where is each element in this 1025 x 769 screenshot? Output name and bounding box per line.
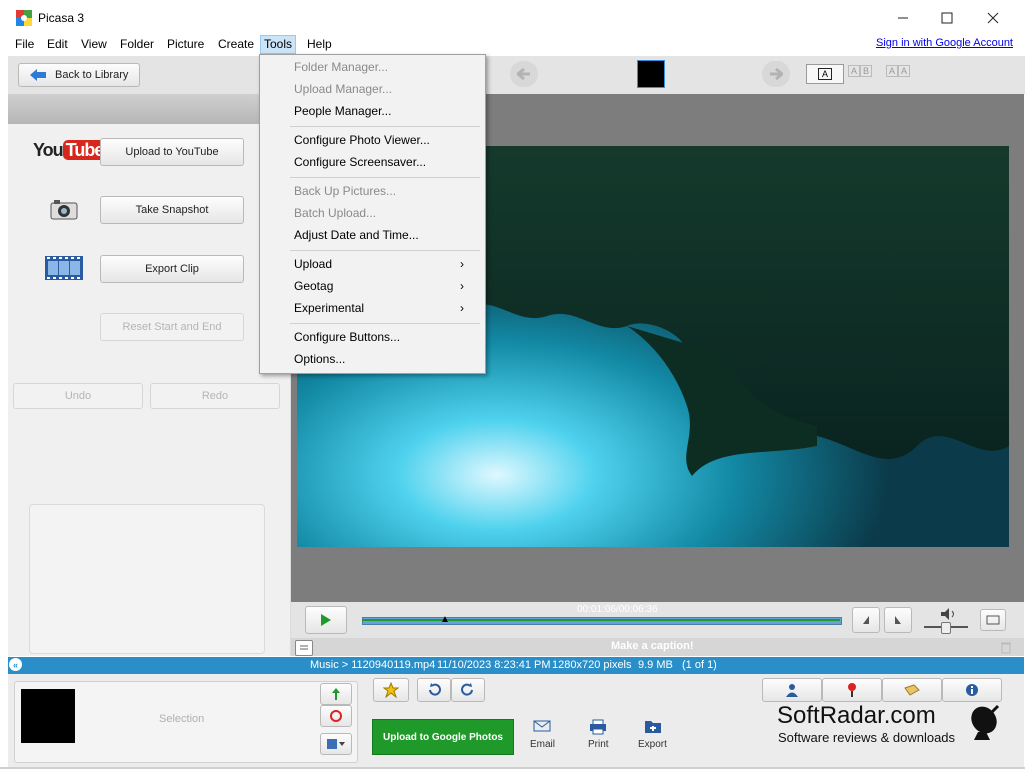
submenu-arrow-icon: ›	[460, 301, 464, 315]
menu-item-back-up-pictures[interactable]: Back Up Pictures...	[294, 181, 474, 201]
status-size: 9.9 MB	[638, 659, 673, 671]
export-clip-button[interactable]: Export Clip	[100, 255, 244, 283]
next-frame-button[interactable]	[884, 607, 912, 633]
menu-view[interactable]: View	[78, 36, 110, 53]
preview-box	[29, 504, 265, 654]
menu-folder[interactable]: Folder	[117, 36, 157, 53]
upload-to-youtube-button[interactable]: Upload to YouTube	[100, 138, 244, 166]
window-title: Picasa 3	[38, 11, 85, 25]
print-label[interactable]: Print	[588, 739, 609, 750]
close-button[interactable]	[970, 4, 1016, 32]
export-label[interactable]: Export	[638, 739, 667, 750]
watermark-title: SoftRadar.com	[777, 702, 936, 729]
film-strip-icon	[45, 256, 83, 280]
menu-separator	[290, 250, 480, 251]
album-dropdown-icon[interactable]	[320, 733, 352, 755]
title-bar: Picasa 3	[0, 0, 1025, 34]
menu-create[interactable]: Create	[215, 36, 257, 53]
collapse-icon[interactable]: «	[9, 658, 22, 671]
caption-toggle-icon[interactable]	[295, 640, 313, 656]
fullscreen-icon[interactable]	[980, 609, 1006, 631]
picasa-logo-icon	[16, 10, 32, 26]
info-icon[interactable]	[942, 678, 1002, 702]
maximize-button[interactable]	[924, 4, 970, 32]
youtube-logo: You Tube	[33, 140, 107, 161]
status-count: (1 of 1)	[682, 659, 717, 671]
volume-thumb[interactable]	[941, 622, 951, 634]
next-arrow-icon[interactable]	[762, 61, 790, 87]
submenu-arrow-icon: ›	[460, 279, 464, 293]
previous-arrow-icon[interactable]	[510, 61, 538, 87]
timeline-marker[interactable]: ▲	[440, 614, 450, 625]
view-double-icon[interactable]: AA	[886, 65, 914, 80]
satellite-dish-icon	[968, 700, 1004, 740]
menu-item-configure-buttons[interactable]: Configure Buttons...	[294, 327, 474, 347]
menu-file[interactable]: File	[12, 36, 37, 53]
rotate-right-icon[interactable]	[451, 678, 485, 702]
menu-item-folder-manager[interactable]: Folder Manager...	[294, 57, 474, 77]
tags-icon[interactable]	[882, 678, 942, 702]
email-label[interactable]: Email	[530, 739, 555, 750]
menu-item-upload-manager[interactable]: Upload Manager...	[294, 79, 474, 99]
menu-item-configure-photo-viewer[interactable]: Configure Photo Viewer...	[294, 130, 474, 150]
menu-item-upload[interactable]: Upload ›	[294, 254, 474, 274]
volume-icon[interactable]	[940, 607, 960, 621]
menu-item-options[interactable]: Options...	[294, 349, 474, 369]
sign-in-link[interactable]: Sign in with Google Account	[876, 37, 1013, 49]
map-pin-icon[interactable]	[822, 678, 882, 702]
trash-icon[interactable]	[1000, 641, 1012, 654]
selection-label: Selection	[159, 713, 205, 725]
undo-button[interactable]: Undo	[13, 383, 143, 409]
menu-item-geotag[interactable]: Geotag ›	[294, 276, 474, 296]
previous-frame-button[interactable]	[852, 607, 880, 633]
people-icon[interactable]	[762, 678, 822, 702]
status-datetime: 11/10/2023 8:23:41 PM	[437, 659, 551, 671]
tools-menu: Folder Manager... Upload Manager... Peop…	[259, 54, 486, 374]
star-icon[interactable]	[373, 678, 409, 702]
menu-bar: File Edit View Folder Picture Create Too…	[0, 34, 1025, 54]
take-snapshot-button[interactable]: Take Snapshot	[100, 196, 244, 224]
redo-button[interactable]: Redo	[150, 383, 280, 409]
thumbnail-current[interactable]	[637, 60, 665, 88]
status-path: Music > 1120940119.mp4	[310, 659, 436, 671]
menu-tools[interactable]: Tools	[260, 35, 297, 54]
reset-start-end-button[interactable]: Reset Start and End	[100, 313, 244, 341]
timeline-progress	[362, 619, 840, 621]
print-icon[interactable]	[589, 719, 607, 735]
submenu-arrow-icon: ›	[460, 257, 464, 271]
menu-separator	[290, 323, 480, 324]
menu-item-people-manager[interactable]: People Manager...	[294, 101, 474, 121]
left-panel-strip	[8, 94, 290, 124]
menu-item-adjust-date-time[interactable]: Adjust Date and Time...	[294, 225, 474, 245]
view-single-icon[interactable]: A	[806, 64, 844, 84]
playback-time: 00:01:06/00:06:36	[577, 604, 658, 615]
status-dimensions: 1280x720 pixels	[552, 659, 632, 671]
back-to-library-button[interactable]: Back to Library	[18, 63, 140, 87]
menu-item-configure-screensaver[interactable]: Configure Screensaver...	[294, 152, 474, 172]
email-icon[interactable]	[533, 720, 553, 734]
menu-separator	[290, 126, 480, 127]
watermark-subtitle: Software reviews & downloads	[778, 730, 956, 745]
rotate-left-icon[interactable]	[417, 678, 451, 702]
menu-edit[interactable]: Edit	[44, 36, 71, 53]
menu-separator	[290, 177, 480, 178]
view-compare-icon[interactable]: AB	[848, 65, 876, 80]
camera-icon	[50, 198, 78, 220]
export-folder-icon[interactable]	[644, 718, 662, 734]
play-button[interactable]	[305, 606, 347, 634]
caption-placeholder[interactable]: Make a caption!	[611, 640, 694, 652]
hold-pin-icon[interactable]	[320, 683, 352, 705]
clear-selection-icon[interactable]	[320, 705, 352, 727]
back-arrow-icon	[30, 69, 46, 81]
menu-item-experimental[interactable]: Experimental ›	[294, 298, 474, 318]
play-icon	[321, 614, 331, 626]
selection-thumbnail[interactable]	[21, 689, 75, 743]
menu-help[interactable]: Help	[304, 36, 335, 53]
minimize-button[interactable]	[880, 4, 926, 32]
menu-item-batch-upload[interactable]: Batch Upload...	[294, 203, 474, 223]
menu-picture[interactable]: Picture	[164, 36, 207, 53]
upload-to-google-photos-button[interactable]: Upload to Google Photos	[372, 719, 514, 755]
